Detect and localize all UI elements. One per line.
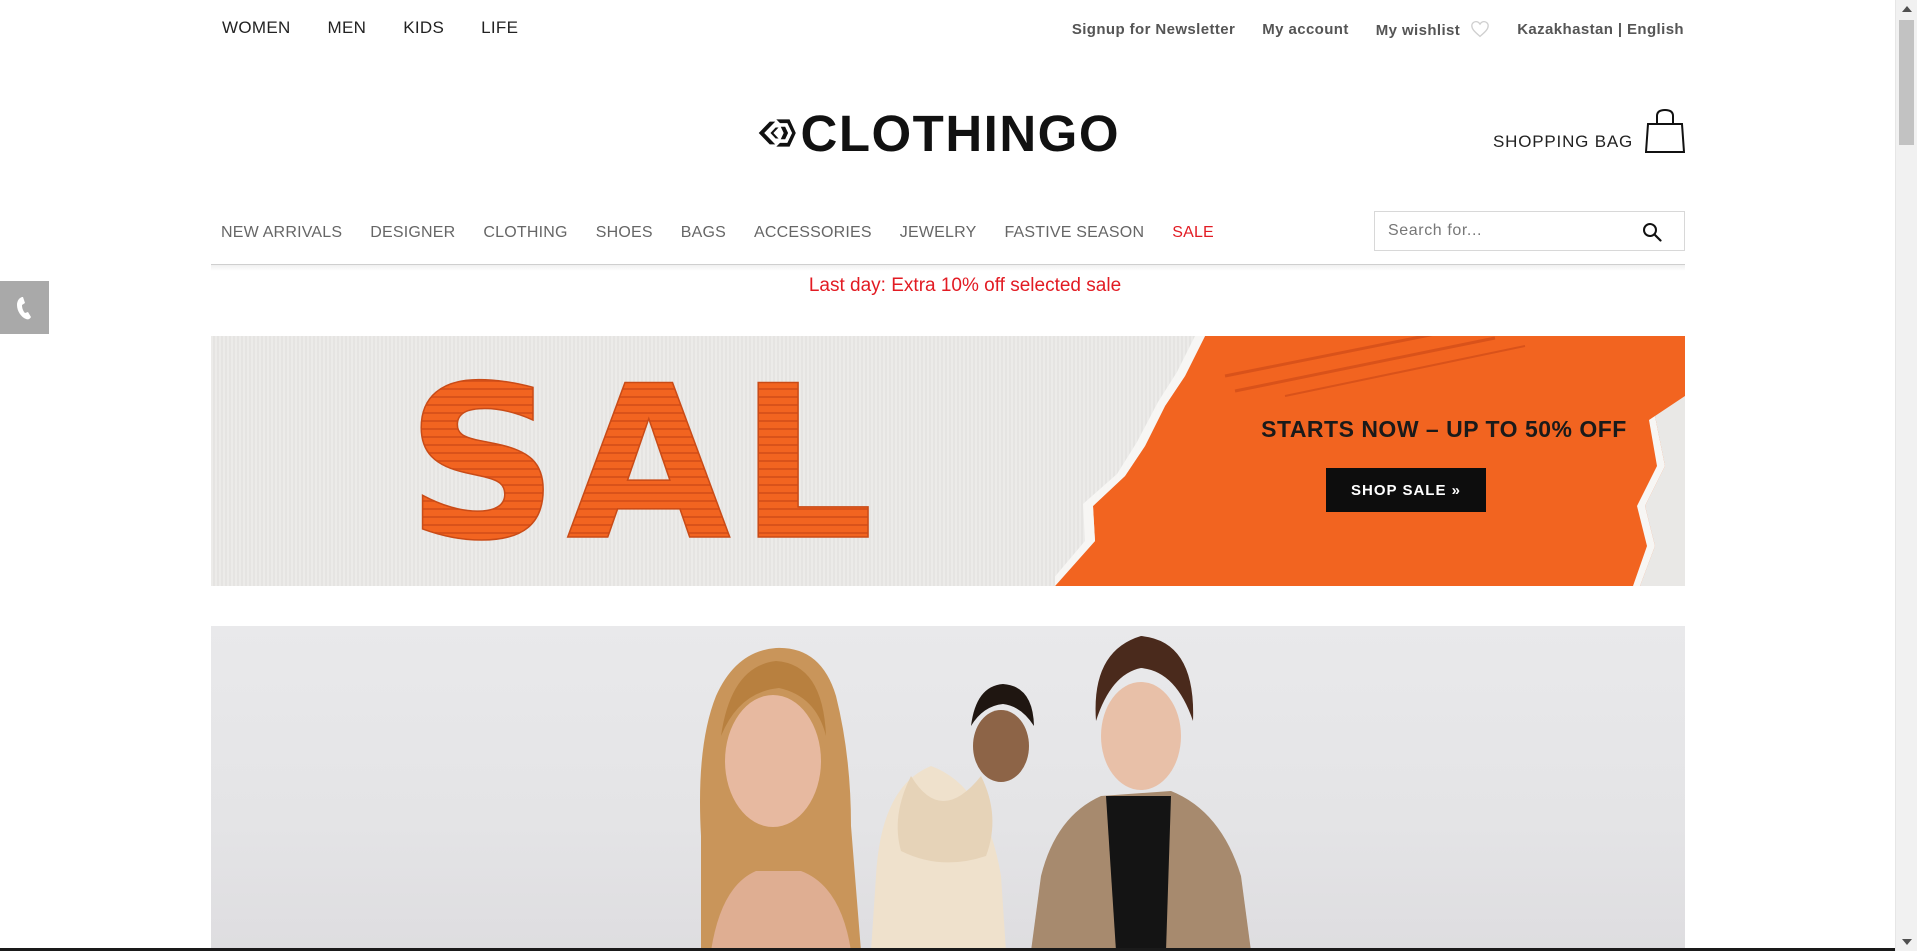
newsletter-link[interactable]: Signup for Newsletter bbox=[1072, 21, 1235, 38]
brand-logo[interactable]: CLOTHINGO bbox=[758, 92, 1120, 174]
sale-headline: STARTS NOW – UP TO 50% OFF bbox=[1261, 416, 1627, 442]
brand-name: CLOTHINGO bbox=[800, 104, 1120, 162]
category-bags[interactable]: BAGS bbox=[681, 224, 726, 242]
wishlist-link[interactable]: My wishlist bbox=[1376, 20, 1490, 39]
category-sale[interactable]: SALE bbox=[1172, 224, 1214, 242]
logo-mark-icon bbox=[758, 119, 796, 147]
sale-banner[interactable]: SALE STARTS NOW – UP TO 50% OFF SHOP SAL… bbox=[211, 336, 1685, 586]
search-icon[interactable] bbox=[1642, 222, 1662, 242]
category-accessories[interactable]: ACCESSORIES bbox=[754, 224, 872, 242]
hero-editorial-image[interactable] bbox=[211, 626, 1685, 951]
shopping-bag-button[interactable]: SHOPPING BAG bbox=[1493, 108, 1685, 154]
search-box bbox=[1374, 211, 1685, 251]
locale-selector[interactable]: Kazakhastan | English bbox=[1517, 21, 1684, 38]
page: WOMEN MEN KIDS LIFE Signup for Newslette… bbox=[0, 0, 1895, 951]
models-photo bbox=[700, 636, 1251, 951]
category-festive-season[interactable]: FASTIVE SEASON bbox=[1004, 224, 1144, 242]
gender-nav: WOMEN MEN KIDS LIFE bbox=[222, 18, 518, 38]
scroll-thumb[interactable] bbox=[1899, 20, 1914, 145]
shopping-bag-icon bbox=[1645, 108, 1685, 153]
scroll-down-arrow-icon[interactable] bbox=[1902, 939, 1912, 945]
category-clothing[interactable]: CLOTHING bbox=[483, 224, 567, 242]
scroll-up-arrow-icon[interactable] bbox=[1902, 6, 1912, 12]
utility-nav: Signup for Newsletter My account My wish… bbox=[1072, 20, 1684, 39]
phone-icon bbox=[16, 296, 31, 319]
sale-graphic: SALE bbox=[406, 372, 876, 544]
category-shoes[interactable]: SHOES bbox=[596, 224, 653, 242]
category-nav: NEW ARRIVALS DESIGNER CLOTHING SHOES BAG… bbox=[221, 224, 1214, 242]
nav-divider-shadow bbox=[211, 265, 1685, 271]
shopping-bag-label: SHOPPING BAG bbox=[1493, 132, 1633, 151]
category-new-arrivals[interactable]: NEW ARRIVALS bbox=[221, 224, 342, 242]
gender-nav-kids[interactable]: KIDS bbox=[403, 18, 444, 38]
my-account-link[interactable]: My account bbox=[1262, 21, 1349, 38]
vertical-scrollbar[interactable] bbox=[1895, 0, 1917, 951]
shop-sale-button[interactable]: SHOP SALE » bbox=[1326, 468, 1486, 512]
gender-nav-life[interactable]: LIFE bbox=[481, 18, 518, 38]
search-input[interactable] bbox=[1375, 212, 1635, 250]
gender-nav-women[interactable]: WOMEN bbox=[222, 18, 291, 38]
gender-nav-men[interactable]: MEN bbox=[328, 18, 367, 38]
promo-message[interactable]: Last day: Extra 10% off selected sale bbox=[0, 275, 1895, 297]
category-jewelry[interactable]: JEWELRY bbox=[900, 224, 977, 242]
contact-phone-tab[interactable] bbox=[0, 281, 49, 334]
sale-word-text: SALE bbox=[406, 372, 876, 544]
wishlist-label: My wishlist bbox=[1375, 22, 1461, 39]
category-designer[interactable]: DESIGNER bbox=[370, 224, 455, 242]
heart-icon bbox=[1471, 20, 1490, 38]
orange-torn-paper bbox=[1055, 336, 1685, 586]
